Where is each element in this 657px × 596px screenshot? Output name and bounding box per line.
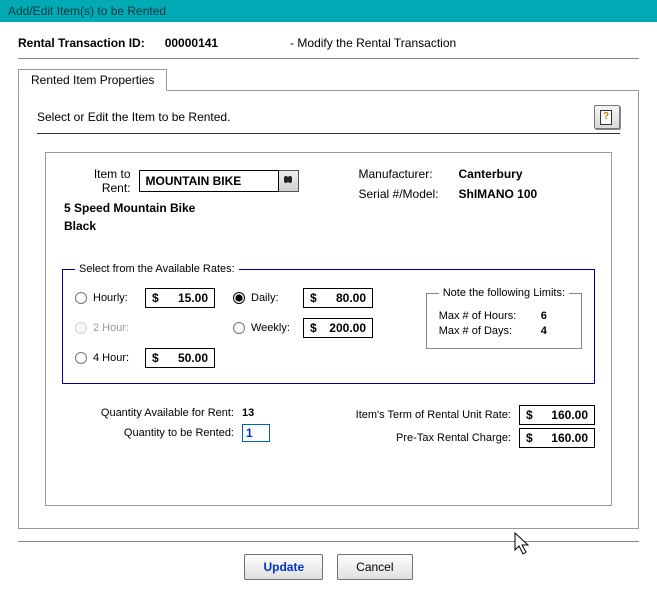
pretax-row: Pre-Tax Rental Charge: $ 160.00 xyxy=(344,428,596,448)
tab-rented-item-properties[interactable]: Rented Item Properties xyxy=(18,69,167,91)
item-input-group xyxy=(139,170,299,192)
item-description: 5 Speed Mountain Bike xyxy=(64,201,299,215)
rate-hourly-amount: 15.00 xyxy=(178,291,208,305)
rate-weekly: Weekly: $ 200.00 xyxy=(233,317,373,339)
instruction-text: Select or Edit the Item to be Rented. xyxy=(37,110,230,124)
limit-hours-row: Max # of Hours: 6 xyxy=(439,310,569,322)
unit-rate-label: Item's Term of Rental Unit Rate: xyxy=(356,409,511,421)
rate-weekly-label: Weekly: xyxy=(251,322,297,334)
window-body: Rental Transaction ID: 00000141 - Modify… xyxy=(0,22,657,596)
rate-four-hour: 4 Hour: $ 50.00 xyxy=(75,347,215,369)
limit-hours-value: 6 xyxy=(541,310,547,322)
window-title: Add/Edit Item(s) to be Rented xyxy=(8,4,166,18)
rate-daily-amount: 80.00 xyxy=(336,291,366,305)
divider xyxy=(18,541,639,542)
update-button[interactable]: Update xyxy=(244,554,323,580)
rate-four-hour-radio[interactable] xyxy=(75,352,87,364)
currency-symbol: $ xyxy=(152,291,159,305)
transaction-id-label: Rental Transaction ID: xyxy=(18,36,145,50)
serial-label: Serial #/Model: xyxy=(359,187,451,201)
serial-row: Serial #/Model: ShIMANO 100 xyxy=(359,187,596,201)
rate-two-hour-label: 2 Hour: xyxy=(93,322,139,334)
charges-col: Item's Term of Rental Unit Rate: $ 160.0… xyxy=(344,402,596,451)
limits-fieldset: Note the following Limits: Max # of Hour… xyxy=(426,287,582,349)
item-left: Item to Rent: 5 Speed Mountain Bike Blac… xyxy=(62,167,299,235)
rate-four-hour-price: $ 50.00 xyxy=(145,348,215,368)
instruction-row: Select or Edit the Item to be Rented. xyxy=(37,105,620,129)
limits-legend: Note the following Limits: xyxy=(439,287,569,299)
quantity-charges-grid: Quantity Available for Rent: 13 Quantity… xyxy=(62,402,595,451)
limits-col: Note the following Limits: Max # of Hour… xyxy=(426,287,582,369)
pretax-amount: 160.00 xyxy=(551,431,588,445)
limit-days-value: 4 xyxy=(541,325,547,337)
rate-weekly-price: $ 200.00 xyxy=(303,318,373,338)
unit-rate-amount: 160.00 xyxy=(551,408,588,422)
qty-available-value: 13 xyxy=(242,407,254,419)
item-to-rent-label: Item to Rent: xyxy=(62,167,131,195)
qty-available-row: Quantity Available for Rent: 13 xyxy=(64,407,312,419)
item-color: Black xyxy=(64,219,299,233)
rate-hourly-label: Hourly: xyxy=(93,292,139,304)
rate-weekly-amount: 200.00 xyxy=(329,321,366,335)
qty-to-rent-row: Quantity to be Rented: xyxy=(64,424,312,442)
rates-col-2: Daily: $ 80.00 Weekly: $ 200.00 xyxy=(233,287,373,369)
rates-legend: Select from the Available Rates: xyxy=(75,263,239,275)
rate-weekly-radio[interactable] xyxy=(233,322,245,334)
manufacturer-row: Manufacturer: Canterbury xyxy=(359,167,596,181)
item-lookup-button[interactable] xyxy=(279,170,299,192)
item-right: Manufacturer: Canterbury Serial #/Model:… xyxy=(359,167,596,235)
limit-days-label: Max # of Days: xyxy=(439,325,531,337)
qty-to-rent-input[interactable] xyxy=(242,424,270,442)
rate-daily: Daily: $ 80.00 xyxy=(233,287,373,309)
currency-symbol: $ xyxy=(310,291,317,305)
tab-strip: Rented Item Properties xyxy=(18,69,639,91)
limit-days-row: Max # of Days: 4 xyxy=(439,325,569,337)
rate-daily-price: $ 80.00 xyxy=(303,288,373,308)
pretax-label: Pre-Tax Rental Charge: xyxy=(396,432,511,444)
help-button[interactable] xyxy=(594,105,620,129)
rate-two-hour: 2 Hour: xyxy=(75,317,215,339)
rates-fieldset: Select from the Available Rates: Hourly:… xyxy=(62,263,595,384)
item-to-rent-input[interactable] xyxy=(139,170,279,192)
rate-hourly-radio[interactable] xyxy=(75,292,87,304)
manufacturer-value: Canterbury xyxy=(459,167,523,181)
qty-available-label: Quantity Available for Rent: xyxy=(64,407,234,419)
item-to-rent-row: Item to Rent: xyxy=(62,167,299,195)
rate-two-hour-radio xyxy=(75,322,87,334)
rate-four-hour-label: 4 Hour: xyxy=(93,352,139,364)
tab-panel: Select or Edit the Item to be Rented. It… xyxy=(18,90,639,529)
rate-daily-radio[interactable] xyxy=(233,292,245,304)
pretax-box: $ 160.00 xyxy=(519,428,595,448)
currency-symbol: $ xyxy=(310,321,317,335)
currency-symbol: $ xyxy=(526,408,533,422)
limit-hours-label: Max # of Hours: xyxy=(439,310,531,322)
transaction-id-value: 00000141 xyxy=(165,36,218,50)
qty-to-rent-label: Quantity to be Rented: xyxy=(64,427,234,439)
unit-rate-row: Item's Term of Rental Unit Rate: $ 160.0… xyxy=(344,405,596,425)
rate-four-hour-amount: 50.00 xyxy=(178,351,208,365)
rate-daily-label: Daily: xyxy=(251,292,297,304)
window-titlebar: Add/Edit Item(s) to be Rented xyxy=(0,0,657,22)
binoculars-icon xyxy=(282,175,294,187)
rate-hourly-price: $ 15.00 xyxy=(145,288,215,308)
currency-symbol: $ xyxy=(526,431,533,445)
help-icon xyxy=(600,108,614,126)
transaction-mode: - Modify the Rental Transaction xyxy=(290,36,456,50)
rates-grid: Hourly: $ 15.00 2 Hour: 4 Ho xyxy=(75,287,582,369)
manufacturer-label: Manufacturer: xyxy=(359,167,451,181)
divider xyxy=(37,133,620,134)
cancel-button[interactable]: Cancel xyxy=(337,554,412,580)
rate-hourly: Hourly: $ 15.00 xyxy=(75,287,215,309)
rates-col-1: Hourly: $ 15.00 2 Hour: 4 Ho xyxy=(75,287,215,369)
divider xyxy=(18,58,639,59)
item-top: Item to Rent: 5 Speed Mountain Bike Blac… xyxy=(62,167,595,235)
currency-symbol: $ xyxy=(152,351,159,365)
item-block: Item to Rent: 5 Speed Mountain Bike Blac… xyxy=(45,152,612,506)
serial-value: ShIMANO 100 xyxy=(459,187,538,201)
unit-rate-box: $ 160.00 xyxy=(519,405,595,425)
quantity-col: Quantity Available for Rent: 13 Quantity… xyxy=(62,402,314,451)
header-row: Rental Transaction ID: 00000141 - Modify… xyxy=(18,36,639,50)
button-row: Update Cancel xyxy=(18,550,639,584)
